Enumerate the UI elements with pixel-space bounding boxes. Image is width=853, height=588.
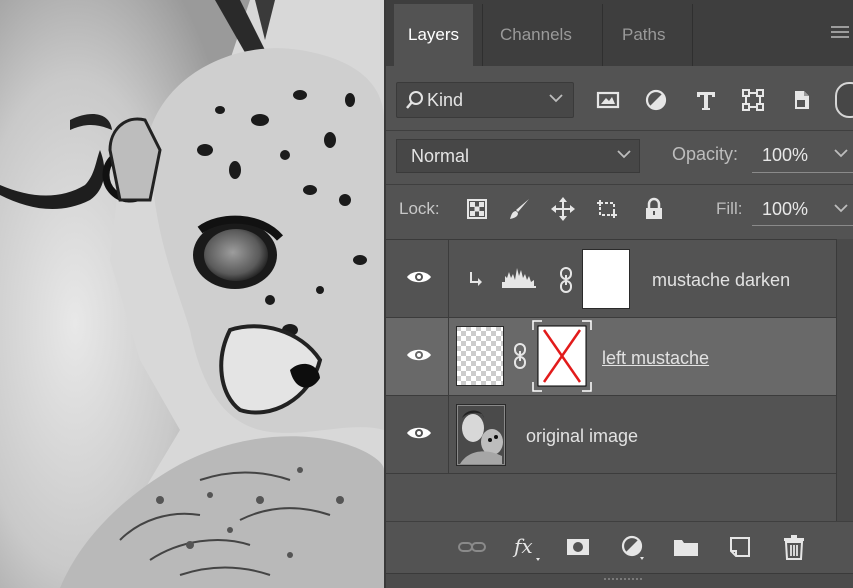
layer-name[interactable]: original image xyxy=(526,426,638,447)
canvas-photo xyxy=(0,0,384,588)
fill-input[interactable]: 100% xyxy=(752,194,853,226)
blend-mode-label: Normal xyxy=(411,146,470,166)
adjustment-layer-icon[interactable] xyxy=(616,532,648,562)
opacity-label: Opacity: xyxy=(672,144,739,164)
layer-mask-thumbnail[interactable] xyxy=(582,249,630,309)
divider xyxy=(386,184,853,185)
column-divider xyxy=(448,240,449,318)
tab-layers[interactable]: Layers xyxy=(394,4,474,66)
eye-icon[interactable] xyxy=(406,268,432,286)
panel-tab-bar: Layers Channels Paths xyxy=(386,0,853,66)
shape-filter-icon[interactable] xyxy=(738,86,768,114)
link-chain-icon[interactable] xyxy=(512,342,528,370)
layers-list: mustache darken left mustache original i… xyxy=(386,239,853,521)
link-chain-icon[interactable] xyxy=(558,266,574,294)
opacity-value: 100% xyxy=(762,145,809,165)
new-layer-icon[interactable] xyxy=(724,532,756,562)
lock-image-pixels-icon[interactable] xyxy=(507,196,533,222)
column-divider xyxy=(448,318,449,396)
clipping-mask-icon xyxy=(470,272,482,286)
blend-mode-select[interactable]: Normal xyxy=(396,139,640,173)
chevron-down-icon xyxy=(617,150,631,159)
layers-scrollbar[interactable] xyxy=(836,239,853,521)
tab-divider xyxy=(602,4,603,66)
lock-position-icon[interactable] xyxy=(550,196,576,222)
image-filter-icon[interactable] xyxy=(593,86,623,114)
adjustment-filter-icon[interactable] xyxy=(641,86,671,114)
lock-artboard-icon[interactable] xyxy=(594,196,620,222)
link-layers-icon[interactable] xyxy=(456,532,488,562)
type-filter-icon[interactable] xyxy=(691,86,721,114)
search-icon xyxy=(406,91,423,109)
grip-icon xyxy=(604,578,642,580)
layer-name[interactable]: left mustache xyxy=(602,348,709,369)
layer-row[interactable]: left mustache xyxy=(386,318,838,396)
chevron-down-icon[interactable] xyxy=(834,203,848,213)
canvas-image[interactable] xyxy=(0,0,384,588)
chevron-down-icon xyxy=(549,94,563,103)
divider xyxy=(386,130,853,131)
opacity-input[interactable]: 100% xyxy=(752,139,853,173)
tab-divider xyxy=(692,4,693,66)
smart-object-filter-icon[interactable] xyxy=(786,86,816,114)
add-mask-icon[interactable] xyxy=(562,532,594,562)
layer-thumbnail[interactable] xyxy=(456,404,506,466)
fill-value: 100% xyxy=(762,199,809,219)
lock-all-icon[interactable] xyxy=(641,196,667,222)
panel-resize-strip[interactable] xyxy=(386,573,853,588)
layer-row[interactable]: original image xyxy=(386,396,838,474)
svg-text:fx: fx xyxy=(512,534,533,558)
trash-icon[interactable] xyxy=(778,532,810,562)
layers-footer: fx xyxy=(386,521,853,573)
filter-toggle[interactable] xyxy=(835,82,853,118)
tab-divider xyxy=(482,4,483,66)
layers-panel: Layers Channels Paths Kind Normal Opacit… xyxy=(384,0,853,588)
filter-kind-select[interactable]: Kind xyxy=(396,82,574,118)
fx-icon[interactable]: fx xyxy=(510,532,542,562)
filter-kind-label: Kind xyxy=(427,90,464,110)
levels-adjustment-icon xyxy=(502,268,536,288)
eye-icon[interactable] xyxy=(406,346,432,364)
layer-mask-thumbnail[interactable] xyxy=(532,320,592,392)
chevron-down-icon[interactable] xyxy=(834,148,848,158)
panel-menu-icon[interactable] xyxy=(831,24,849,40)
lock-label: Lock: xyxy=(399,199,440,218)
tab-paths[interactable]: Paths xyxy=(608,4,679,66)
layer-row[interactable]: mustache darken xyxy=(386,240,838,318)
tab-channels[interactable]: Channels xyxy=(486,4,586,66)
new-group-icon[interactable] xyxy=(670,532,702,562)
column-divider xyxy=(448,396,449,474)
layer-thumbnail[interactable] xyxy=(456,326,504,386)
lock-transparent-pixels-icon[interactable] xyxy=(464,196,490,222)
eye-icon[interactable] xyxy=(406,424,432,442)
fill-label: Fill: xyxy=(716,199,743,218)
layer-name[interactable]: mustache darken xyxy=(652,270,790,291)
app-root: Layers Channels Paths Kind Normal Opacit… xyxy=(0,0,853,588)
